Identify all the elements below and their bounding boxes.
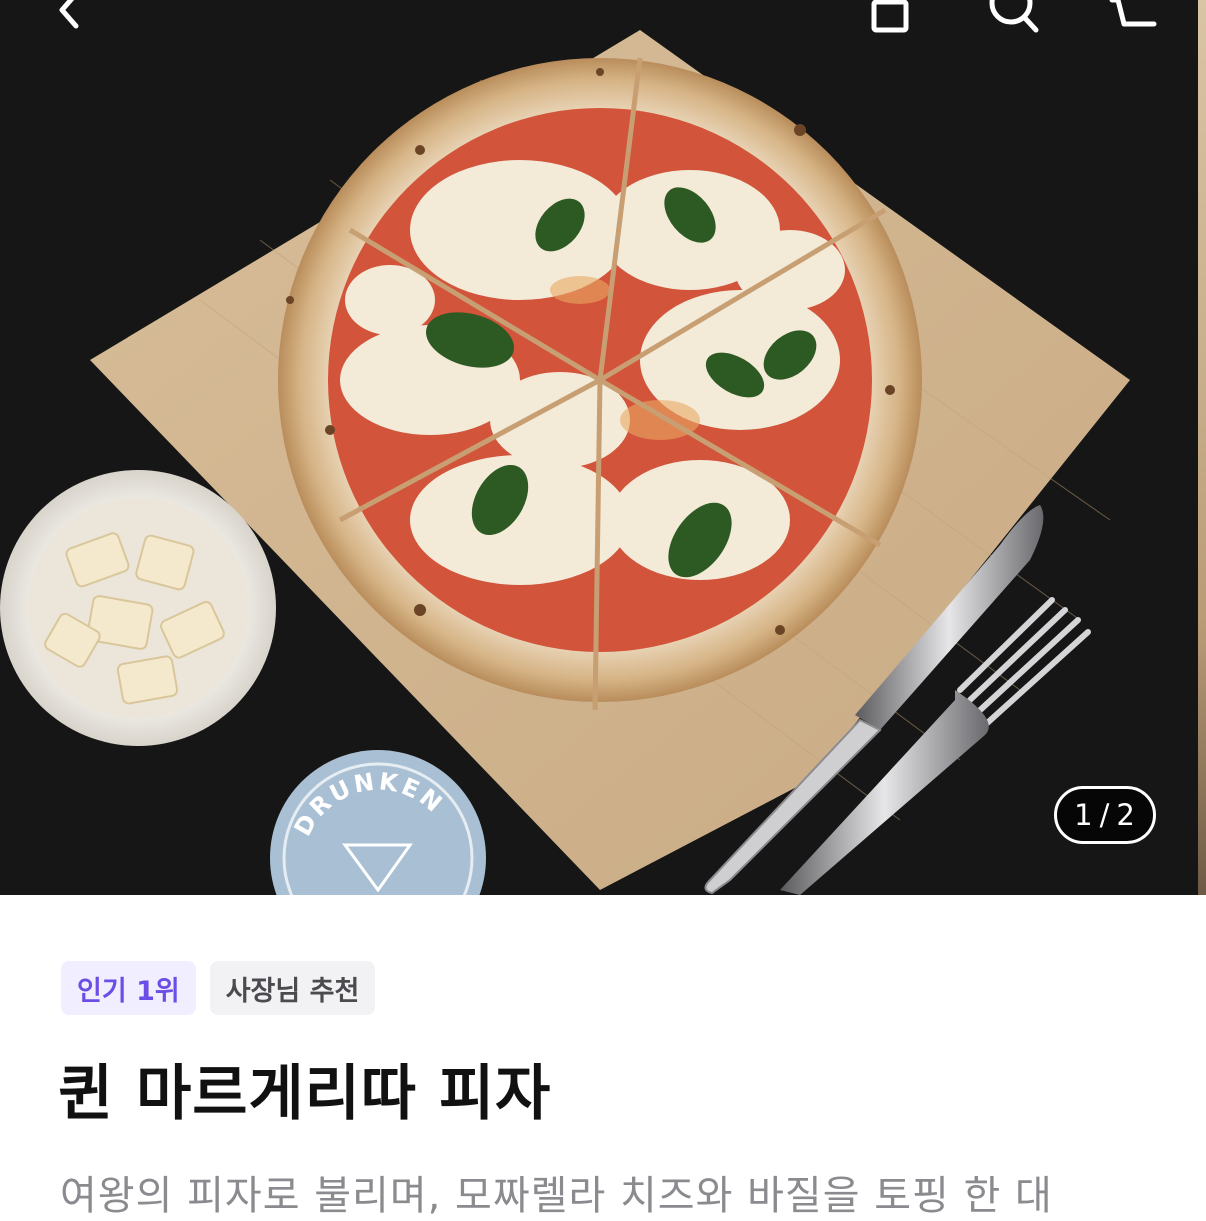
search-icon xyxy=(989,0,1039,33)
badge-owner-recommend: 사장님 추천 xyxy=(209,961,376,1015)
total-pages: 2 xyxy=(1116,798,1136,832)
cart-button[interactable] xyxy=(1104,0,1164,40)
chevron-left-icon xyxy=(59,0,79,29)
image-page-indicator: 1 / 2 xyxy=(1054,786,1156,844)
page-separator: / xyxy=(1099,798,1111,832)
cart-icon xyxy=(1109,0,1157,27)
share-button[interactable] xyxy=(860,0,920,40)
top-app-bar xyxy=(0,0,1206,40)
current-page: 1 xyxy=(1074,798,1094,832)
product-info: 인기 1위 사장님 추천 퀸 마르게리따 피자 여왕의 피자로 불리며, 모짜렐… xyxy=(0,895,1206,1219)
next-slide-peek xyxy=(1198,0,1206,895)
product-description: 여왕의 피자로 불리며, 모짜렐라 치즈와 바질을 토핑 한 대 xyxy=(60,1173,1053,1219)
share-icon xyxy=(871,0,909,33)
back-button[interactable] xyxy=(40,0,100,40)
product-title: 퀸 마르게리따 피자 xyxy=(58,1059,552,1129)
badge-list: 인기 1위 사장님 추천 xyxy=(61,961,376,1015)
search-button[interactable] xyxy=(984,0,1044,40)
product-image-carousel[interactable]: DRUNKEN 1 / 2 xyxy=(0,0,1206,895)
pizza-photo: DRUNKEN xyxy=(0,0,1198,895)
badge-popular-rank: 인기 1위 xyxy=(61,961,196,1015)
